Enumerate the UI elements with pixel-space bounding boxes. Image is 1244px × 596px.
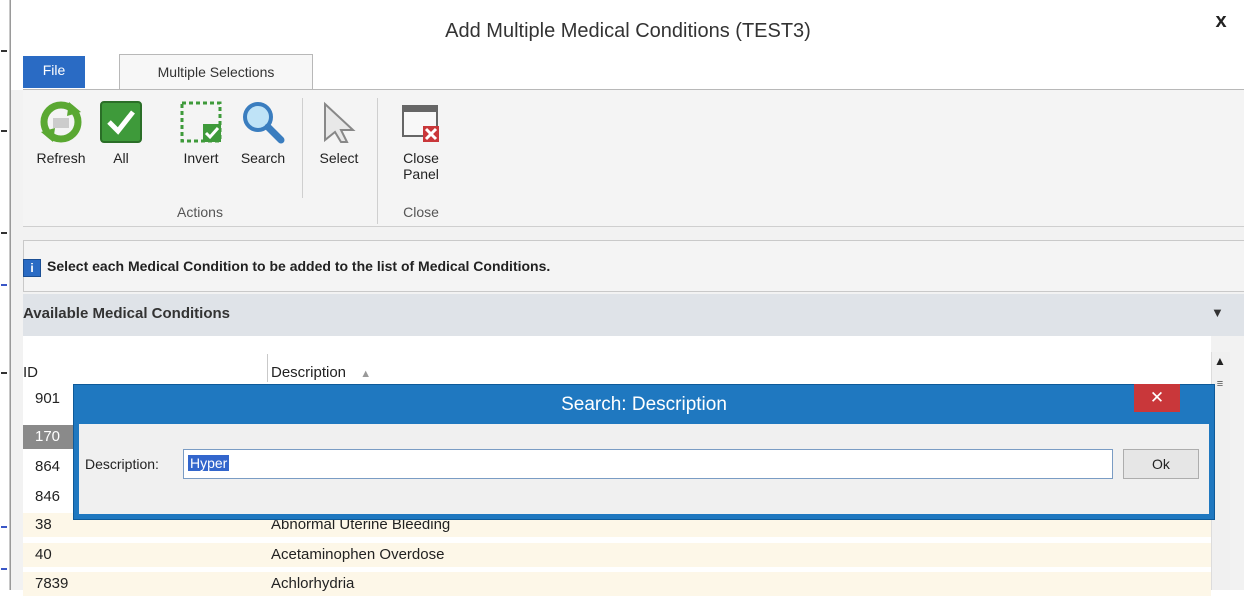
background-window-edge bbox=[0, 0, 10, 590]
invert-button[interactable]: Invert bbox=[173, 100, 229, 166]
row-description: Achlorhydria bbox=[271, 575, 355, 592]
window-close-button[interactable]: x bbox=[1201, 6, 1241, 36]
column-divider[interactable] bbox=[267, 354, 268, 382]
close-panel-icon bbox=[402, 105, 439, 142]
close-panel-button[interactable]: Close Panel bbox=[391, 100, 451, 182]
checkmark-icon bbox=[100, 101, 142, 143]
row-id: 901 bbox=[35, 390, 61, 407]
scroll-up-arrow-icon[interactable]: ▲ bbox=[1212, 353, 1228, 369]
info-icon: i bbox=[23, 259, 41, 277]
magnifier-icon bbox=[243, 102, 285, 144]
table-row[interactable]: 7839 Achlorhydria bbox=[23, 572, 1211, 596]
ribbon-panel: Refresh All Invert Search Select Close P… bbox=[23, 89, 1244, 227]
row-id: 170 bbox=[35, 428, 61, 445]
refresh-button[interactable]: Refresh bbox=[29, 100, 93, 166]
dialog-window: Add Multiple Medical Conditions (TEST3) … bbox=[10, 0, 1244, 596]
table-row[interactable]: 40 Acetaminophen Overdose bbox=[23, 543, 1211, 567]
available-title: Available Medical Conditions bbox=[23, 305, 230, 322]
search-label: Search bbox=[240, 150, 286, 166]
group-label-close: Close bbox=[403, 204, 439, 220]
search-dialog-close-button[interactable]: ✕ bbox=[1134, 384, 1180, 412]
info-text: Select each Medical Condition to be adde… bbox=[47, 258, 551, 274]
sort-ascending-icon: ▲ bbox=[360, 368, 372, 380]
close-panel-label-1: Close bbox=[403, 150, 439, 166]
close-panel-label-2: Panel bbox=[403, 166, 439, 182]
row-id: 864 bbox=[35, 458, 61, 475]
ok-button[interactable]: Ok bbox=[1123, 449, 1199, 479]
search-button[interactable]: Search bbox=[233, 100, 293, 166]
description-field-label: Description: bbox=[85, 456, 159, 472]
ribbon-separator bbox=[377, 98, 378, 224]
description-search-input[interactable] bbox=[183, 449, 1113, 479]
all-label: All bbox=[113, 150, 129, 166]
invert-selection-icon bbox=[180, 101, 222, 143]
cursor-arrow-icon bbox=[324, 101, 356, 143]
refresh-icon bbox=[40, 101, 82, 143]
row-id: 7839 bbox=[35, 575, 69, 592]
group-label-actions: Actions bbox=[177, 204, 223, 220]
column-header-id[interactable]: ID bbox=[23, 364, 38, 381]
select-label: Select bbox=[319, 150, 359, 166]
column-header-description[interactable]: Description ▲ bbox=[271, 364, 371, 381]
refresh-label: Refresh bbox=[36, 150, 86, 166]
row-id: 40 bbox=[35, 546, 52, 563]
description-search-value[interactable]: Hyper bbox=[188, 455, 230, 471]
tab-file[interactable]: File bbox=[23, 56, 85, 88]
window-title: Add Multiple Medical Conditions (TEST3) bbox=[445, 20, 811, 42]
select-all-button[interactable]: All bbox=[95, 100, 147, 166]
tab-multiple-selections[interactable]: Multiple Selections bbox=[119, 54, 313, 91]
collapse-arrow-icon[interactable]: ▼ bbox=[1211, 305, 1224, 320]
column-header-description-label: Description bbox=[271, 364, 347, 381]
select-button[interactable]: Select bbox=[309, 100, 369, 166]
row-id: 846 bbox=[35, 488, 61, 505]
row-id: 38 bbox=[35, 516, 52, 533]
row-description: Acetaminophen Overdose bbox=[271, 546, 445, 563]
ribbon-separator bbox=[302, 98, 303, 198]
search-dialog-title: Search: Description bbox=[561, 394, 727, 415]
invert-label: Invert bbox=[183, 150, 219, 166]
